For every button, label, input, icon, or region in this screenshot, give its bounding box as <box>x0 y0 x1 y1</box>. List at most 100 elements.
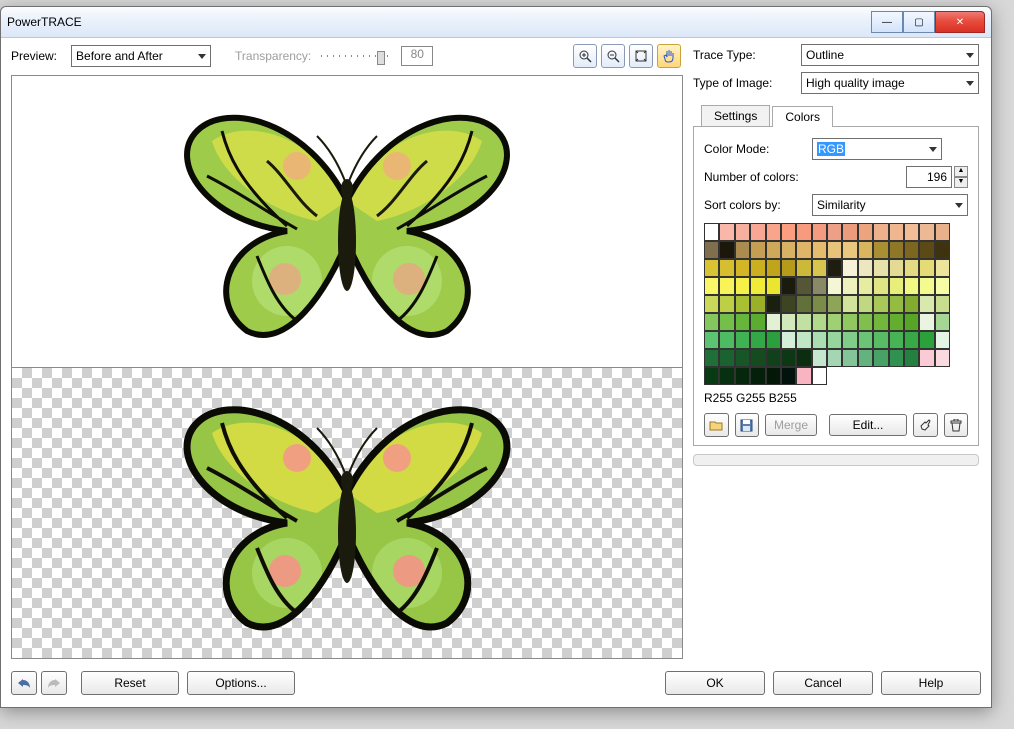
open-palette-button[interactable] <box>704 413 729 437</box>
cancel-button[interactable]: Cancel <box>773 671 873 695</box>
color-swatch[interactable] <box>889 349 904 367</box>
color-swatch[interactable] <box>889 259 904 277</box>
color-swatch[interactable] <box>889 277 904 295</box>
color-swatch[interactable] <box>796 295 811 313</box>
color-swatch[interactable] <box>873 259 888 277</box>
color-swatch[interactable] <box>796 367 811 385</box>
color-swatch[interactable] <box>735 367 750 385</box>
color-swatch[interactable] <box>766 331 781 349</box>
color-swatch[interactable] <box>766 349 781 367</box>
color-swatch[interactable] <box>873 349 888 367</box>
color-swatch[interactable] <box>704 331 719 349</box>
color-swatch[interactable] <box>719 313 734 331</box>
color-swatch[interactable] <box>796 331 811 349</box>
color-swatch[interactable] <box>719 367 734 385</box>
color-swatch[interactable] <box>919 313 934 331</box>
color-swatch[interactable] <box>781 277 796 295</box>
color-swatch[interactable] <box>750 313 765 331</box>
color-swatch[interactable] <box>873 331 888 349</box>
options-button[interactable]: Options... <box>187 671 295 695</box>
color-swatch[interactable] <box>858 331 873 349</box>
delete-color-button[interactable] <box>944 413 969 437</box>
color-swatch[interactable] <box>904 331 919 349</box>
color-swatch[interactable] <box>904 241 919 259</box>
color-swatch[interactable] <box>889 241 904 259</box>
color-swatch[interactable] <box>904 259 919 277</box>
color-swatch[interactable] <box>719 277 734 295</box>
color-swatch[interactable] <box>781 295 796 313</box>
color-swatch[interactable] <box>781 331 796 349</box>
color-swatch[interactable] <box>827 349 842 367</box>
color-swatch[interactable] <box>842 349 857 367</box>
color-swatch[interactable] <box>812 223 827 241</box>
color-swatch[interactable] <box>873 295 888 313</box>
ok-button[interactable]: OK <box>665 671 765 695</box>
color-swatch[interactable] <box>827 313 842 331</box>
color-swatch[interactable] <box>719 259 734 277</box>
color-swatch[interactable] <box>812 259 827 277</box>
tab-settings[interactable]: Settings <box>701 105 770 126</box>
color-swatch[interactable] <box>919 349 934 367</box>
color-swatch[interactable] <box>812 349 827 367</box>
help-button[interactable]: Help <box>881 671 981 695</box>
color-swatch[interactable] <box>766 295 781 313</box>
color-swatch[interactable] <box>812 241 827 259</box>
color-swatch[interactable] <box>704 241 719 259</box>
color-swatch[interactable] <box>889 295 904 313</box>
color-swatch[interactable] <box>735 259 750 277</box>
color-swatch[interactable] <box>827 277 842 295</box>
color-swatch[interactable] <box>735 313 750 331</box>
color-swatch[interactable] <box>935 277 950 295</box>
color-swatch[interactable] <box>919 331 934 349</box>
color-swatch[interactable] <box>935 295 950 313</box>
color-swatch[interactable] <box>750 259 765 277</box>
color-swatch[interactable] <box>750 349 765 367</box>
minimize-button[interactable]: — <box>871 11 903 33</box>
color-swatch[interactable] <box>750 241 765 259</box>
color-swatch[interactable] <box>842 259 857 277</box>
color-swatch[interactable] <box>827 259 842 277</box>
color-grid[interactable] <box>704 223 950 385</box>
color-swatch[interactable] <box>796 223 811 241</box>
color-swatch[interactable] <box>781 241 796 259</box>
color-swatch[interactable] <box>704 295 719 313</box>
color-swatch[interactable] <box>889 313 904 331</box>
color-swatch[interactable] <box>796 241 811 259</box>
sort-combo[interactable]: Similarity <box>812 194 968 216</box>
zoom-in-button[interactable] <box>573 44 597 68</box>
transparency-value[interactable]: 80 <box>401 46 433 66</box>
color-swatch[interactable] <box>935 259 950 277</box>
color-swatch[interactable] <box>796 349 811 367</box>
tab-colors[interactable]: Colors <box>772 106 833 127</box>
color-swatch[interactable] <box>935 313 950 331</box>
color-swatch[interactable] <box>827 241 842 259</box>
edit-color-button[interactable]: Edit... <box>829 414 907 436</box>
color-swatch[interactable] <box>704 277 719 295</box>
color-swatch[interactable] <box>735 223 750 241</box>
color-swatch[interactable] <box>889 331 904 349</box>
color-swatch[interactable] <box>935 241 950 259</box>
right-scrollbar[interactable] <box>693 454 979 466</box>
maximize-button[interactable]: ▢ <box>903 11 935 33</box>
color-swatch[interactable] <box>719 223 734 241</box>
color-swatch[interactable] <box>766 277 781 295</box>
color-swatch[interactable] <box>812 367 827 385</box>
color-swatch[interactable] <box>704 367 719 385</box>
color-swatch[interactable] <box>766 223 781 241</box>
color-swatch[interactable] <box>781 259 796 277</box>
color-swatch[interactable] <box>781 223 796 241</box>
color-swatch[interactable] <box>842 331 857 349</box>
color-swatch[interactable] <box>919 295 934 313</box>
color-swatch[interactable] <box>827 223 842 241</box>
image-type-combo[interactable]: High quality image <box>801 72 979 94</box>
color-swatch[interactable] <box>704 349 719 367</box>
trace-type-combo[interactable]: Outline <box>801 44 979 66</box>
color-swatch[interactable] <box>935 223 950 241</box>
color-swatch[interactable] <box>812 295 827 313</box>
color-swatch[interactable] <box>904 313 919 331</box>
color-swatch[interactable] <box>750 277 765 295</box>
color-mode-combo[interactable]: RGB <box>812 138 942 160</box>
color-swatch[interactable] <box>827 295 842 313</box>
color-swatch[interactable] <box>919 241 934 259</box>
num-colors-spinner[interactable]: ▲▼ <box>954 166 968 188</box>
